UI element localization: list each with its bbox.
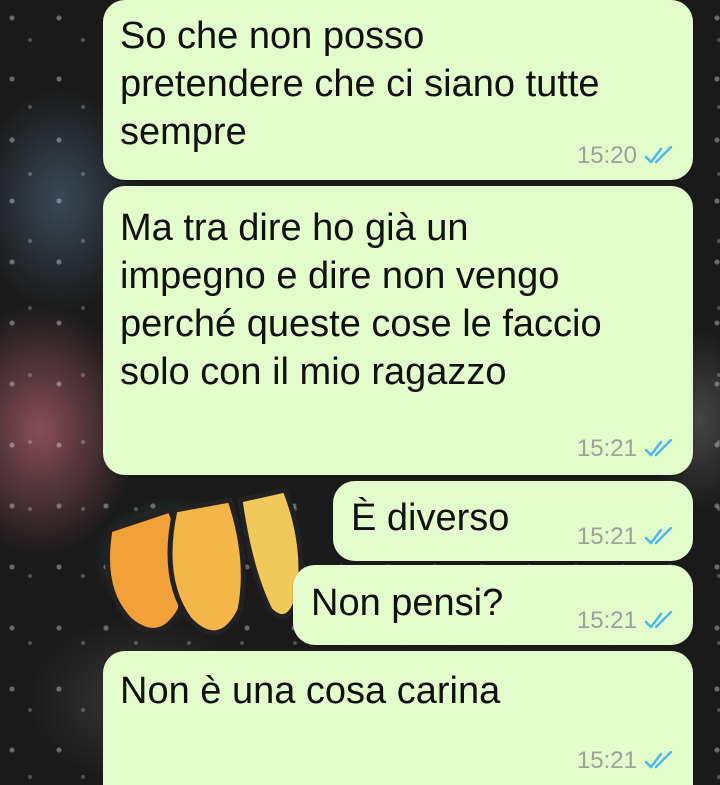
message-bubble[interactable]: Ma tra dire ho già un impegno e dire non…: [103, 186, 693, 475]
message-time: 15:21: [576, 607, 637, 634]
double-check-icon: [645, 146, 673, 164]
message-bubble[interactable]: Non pensi? 15:21: [293, 565, 693, 645]
message-time: 15:21: [576, 747, 637, 774]
message-text: Non è una cosa carina: [120, 670, 501, 712]
message-meta: 15:21: [577, 523, 675, 551]
message-meta: 15:21: [577, 435, 675, 463]
message-meta: 15:21: [577, 607, 675, 635]
message-time: 15:20: [576, 142, 637, 169]
message-time: 15:21: [576, 523, 637, 550]
message-text: Non pensi?: [311, 582, 504, 624]
message-text: So che non posso pretendere che ci siano…: [120, 15, 600, 153]
message-time: 15:21: [576, 435, 637, 462]
message-bubble[interactable]: Non è una cosa carina 15:21: [103, 651, 693, 785]
message-text: È diverso: [351, 497, 510, 539]
message-text: Ma tra dire ho già un impegno e dire non…: [120, 207, 602, 393]
double-check-icon: [645, 527, 673, 545]
message-meta: 15:21: [577, 747, 675, 775]
double-check-icon: [645, 751, 673, 769]
message-bubble[interactable]: È diverso 15:21: [333, 481, 693, 561]
message-bubble[interactable]: So che non posso pretendere che ci siano…: [103, 0, 693, 180]
double-check-icon: [645, 439, 673, 457]
message-meta: 15:20: [577, 142, 675, 170]
double-check-icon: [645, 611, 673, 629]
